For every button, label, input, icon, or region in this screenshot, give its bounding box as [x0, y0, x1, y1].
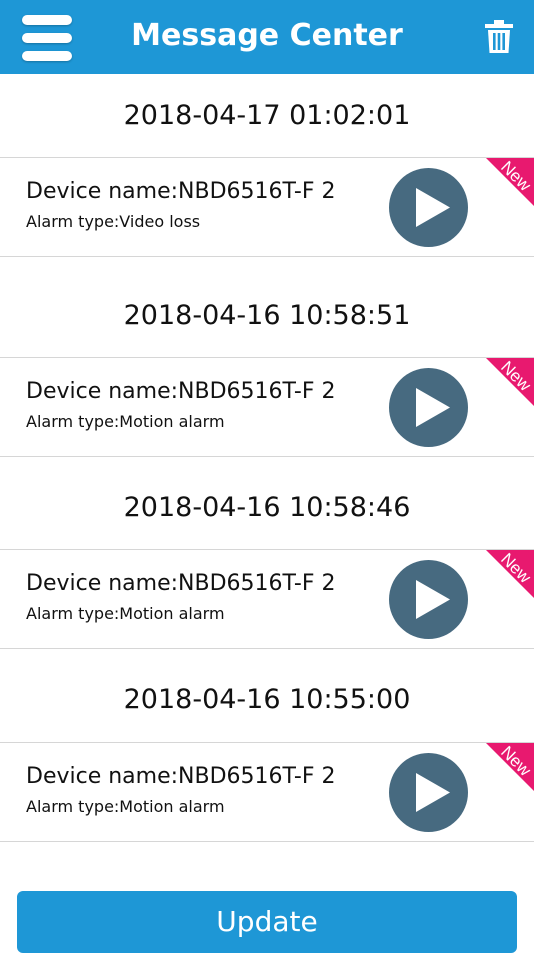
message-card[interactable]: Device name:NBD6516T-F 2 Alarm type:Moti…: [0, 742, 534, 842]
trash-icon: [485, 20, 513, 53]
play-icon: [416, 580, 450, 619]
play-button[interactable]: [389, 368, 468, 447]
device-name-label: Device name:NBD6516T-F 2: [26, 179, 336, 204]
message-card[interactable]: Device name:NBD6516T-F 2 Alarm type:Vide…: [0, 157, 534, 257]
play-button[interactable]: [389, 168, 468, 247]
delete-button[interactable]: [484, 20, 514, 54]
device-name-label: Device name:NBD6516T-F 2: [26, 571, 336, 596]
alarm-type-label: Alarm type:Motion alarm: [26, 412, 225, 431]
play-icon: [416, 773, 450, 812]
message-date-header: 2018-04-16 10:58:51: [123, 300, 411, 331]
play-icon: [416, 388, 450, 427]
message-date-header: 2018-04-17 01:02:01: [123, 100, 411, 131]
play-button[interactable]: [389, 753, 468, 832]
alarm-type-label: Alarm type:Motion alarm: [26, 797, 225, 816]
device-name-label: Device name:NBD6516T-F 2: [26, 764, 336, 789]
new-badge: New: [486, 550, 534, 598]
app-header: Message Center: [0, 0, 534, 74]
device-name-label: Device name:NBD6516T-F 2: [26, 379, 336, 404]
page-title: Message Center: [131, 18, 403, 53]
message-date-header: 2018-04-16 10:55:00: [123, 684, 411, 715]
new-badge: New: [486, 158, 534, 206]
new-badge: New: [486, 743, 534, 791]
alarm-type-label: Alarm type:Motion alarm: [26, 604, 225, 623]
play-icon: [416, 188, 450, 227]
alarm-type-label: Alarm type:Video loss: [26, 212, 201, 231]
message-date-header: 2018-04-16 10:58:46: [123, 492, 411, 523]
update-button[interactable]: Update: [17, 891, 517, 953]
message-card[interactable]: Device name:NBD6516T-F 2 Alarm type:Moti…: [0, 357, 534, 457]
play-button[interactable]: [389, 560, 468, 639]
message-card[interactable]: Device name:NBD6516T-F 2 Alarm type:Moti…: [0, 549, 534, 649]
new-badge: New: [486, 358, 534, 406]
